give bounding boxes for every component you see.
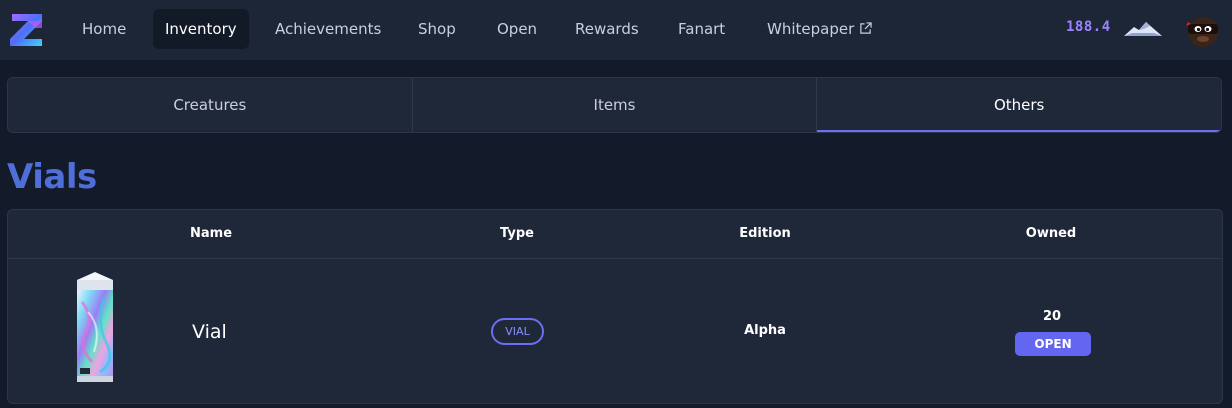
nav-home[interactable]: Home <box>70 9 138 49</box>
mountain-icon <box>1124 22 1162 36</box>
tab-items[interactable]: Items <box>411 78 817 132</box>
ninja-avatar-icon <box>1185 12 1221 48</box>
tab-others[interactable]: Others <box>816 78 1221 132</box>
nav-whitepaper[interactable]: Whitepaper <box>755 9 884 49</box>
nav-inventory[interactable]: Inventory <box>153 9 249 49</box>
tab-creatures[interactable]: Creatures <box>8 78 412 132</box>
top-nav: Home Inventory Achievements Shop Open Re… <box>0 0 1232 61</box>
header-name: Name <box>189 226 233 241</box>
owned-count: 20 <box>1042 309 1062 324</box>
vial-image <box>77 272 113 382</box>
nav-rewards[interactable]: Rewards <box>563 9 651 49</box>
z-logo-icon[interactable] <box>8 11 44 49</box>
type-badge: VIAL <box>491 318 544 345</box>
nav-shop[interactable]: Shop <box>406 9 468 49</box>
table-row: Vial VIAL Alpha 20 OPEN <box>8 260 1222 403</box>
section-title: Vials <box>7 157 97 197</box>
item-edition: Alpha <box>744 323 786 338</box>
nav-fanart[interactable]: Fanart <box>666 9 737 49</box>
item-name: Vial <box>192 321 227 343</box>
open-button[interactable]: OPEN <box>1015 332 1091 356</box>
table-header: Name Type Edition Owned <box>8 210 1222 259</box>
vials-table: Name Type Edition Owned Vial VIAL Alpha … <box>7 209 1223 404</box>
avatar[interactable] <box>1185 12 1221 48</box>
external-link-icon <box>860 22 872 34</box>
header-edition: Edition <box>739 226 791 241</box>
category-tabs: Creatures Items Others <box>7 77 1222 133</box>
balance-amount: 188.4 <box>1066 19 1111 35</box>
nav-achievements[interactable]: Achievements <box>263 9 393 49</box>
header-type: Type <box>500 226 534 241</box>
nav-open[interactable]: Open <box>485 9 549 49</box>
nav-whitepaper-label: Whitepaper <box>767 20 855 38</box>
header-owned: Owned <box>1025 226 1077 241</box>
